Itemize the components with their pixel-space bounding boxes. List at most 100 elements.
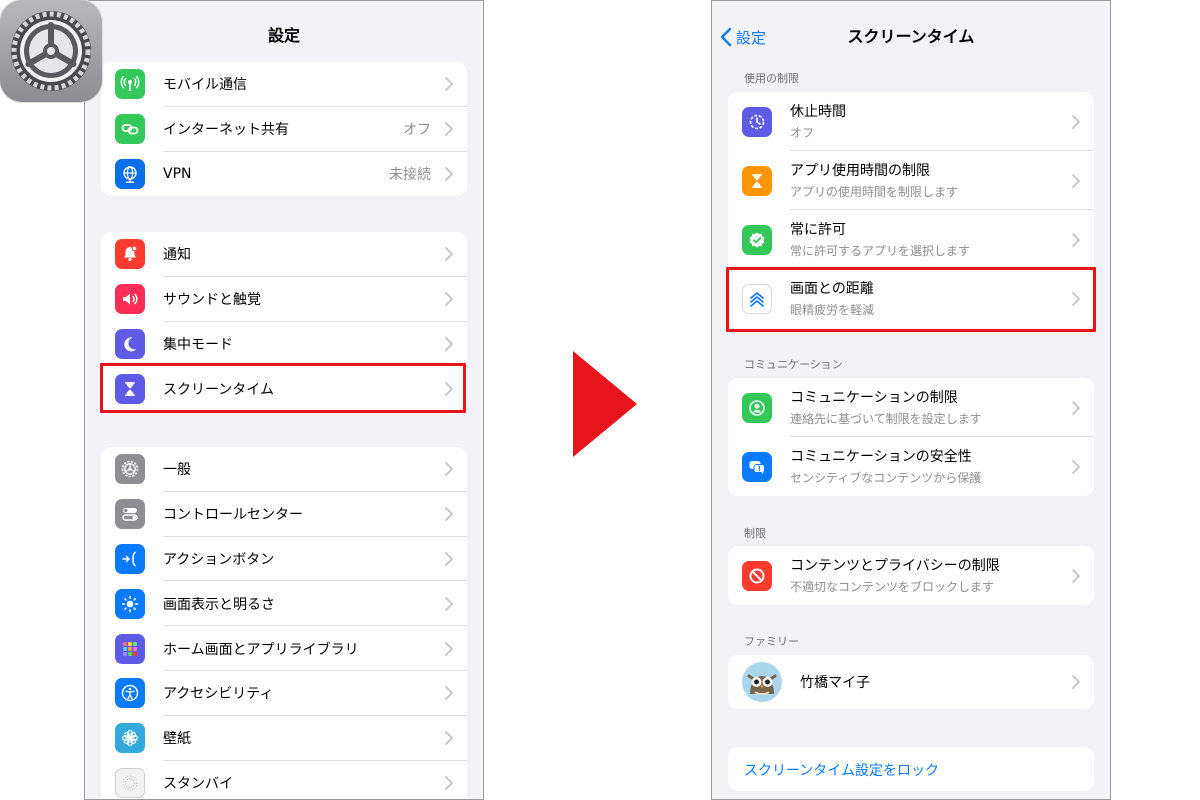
accessibility-icon xyxy=(115,678,145,709)
settings-item-label: アクションボタン xyxy=(163,551,275,568)
settings-item-display-brightness[interactable]: 画面表示と明るさ xyxy=(101,581,467,627)
screen-time-item-content-privacy[interactable]: コンテンツとプライバシーの制限 不適切なコンテンツをブロックします xyxy=(728,546,1094,605)
settings-item-label: インターネット共有 xyxy=(163,122,289,139)
settings-item-standby[interactable]: スタンバイ xyxy=(101,761,467,799)
settings-item-label: サウンドと触覚 xyxy=(163,292,261,309)
moon-icon xyxy=(115,328,145,359)
chevron-right-icon xyxy=(1072,291,1080,306)
item-title: 画面との距離 xyxy=(790,281,874,297)
network-settings-group: モバイル通信 インターネット共有 オフ VPN 未接続 xyxy=(101,62,467,197)
lock-screen-time-settings-button[interactable]: スクリーンタイム設定をロック xyxy=(728,747,1094,791)
row-text: コミュニケーションの安全性 センシティブなコンテンツから保護 xyxy=(790,446,981,486)
screen-time-item-app-limits[interactable]: アプリ使用時間の制限 アプリの使用時間を制限します xyxy=(728,151,1094,210)
screen-time-item-always-allowed[interactable]: 常に許可 常に許可するアプリを選択します xyxy=(728,210,1094,269)
gear-icon xyxy=(115,454,145,485)
settings-item-vpn[interactable]: VPN 未接続 xyxy=(101,152,467,197)
chevron-right-icon xyxy=(1072,232,1080,247)
toggles-icon xyxy=(115,499,145,530)
restrictions-group: コンテンツとプライバシーの制限 不適切なコンテンツをブロックします xyxy=(728,546,1094,605)
chevron-right-icon xyxy=(1072,675,1080,689)
chevron-right-icon xyxy=(445,247,453,262)
standby-icon xyxy=(115,767,145,798)
item-subtitle: 眼精疲労を軽減 xyxy=(790,303,875,317)
settings-item-label: コントロールセンター xyxy=(163,507,303,524)
row-text: コミュニケーションの制限 連絡先に基づいて制限を設定します xyxy=(790,387,982,427)
chevron-right-icon xyxy=(445,507,453,522)
row-text: アプリ使用時間の制限 アプリの使用時間を制限します xyxy=(790,160,958,200)
settings-item-screen-time[interactable]: スクリーンタイム xyxy=(101,366,467,411)
chevron-right-icon xyxy=(445,292,453,307)
settings-item-home-screen[interactable]: ホーム画面とアプリライブラリ xyxy=(101,626,467,671)
settings-app-icon xyxy=(0,0,102,102)
item-title: コミュニケーションの制限 xyxy=(790,390,958,406)
item-title: 休止時間 xyxy=(790,104,846,120)
downtime-icon xyxy=(742,106,772,137)
chevron-right-icon xyxy=(445,122,453,137)
link-icon xyxy=(115,114,145,145)
sun-icon xyxy=(115,588,145,619)
page-title: 設定 xyxy=(267,26,300,45)
item-title: コンテンツとプライバシーの制限 xyxy=(790,558,1000,574)
notifications-settings-group: 通知 サウンドと触覚 集中モード スクリーンタイム xyxy=(101,232,467,412)
checkmark-badge-icon xyxy=(742,224,772,255)
chevron-right-icon xyxy=(1072,173,1080,188)
chevrons-up-icon xyxy=(742,283,772,314)
item-subtitle: センシティブなコンテンツから保護 xyxy=(790,471,982,485)
item-title: アプリ使用時間の制限 xyxy=(790,163,930,179)
bell-icon xyxy=(115,239,145,270)
item-title: 常に許可 xyxy=(790,222,846,238)
chevron-right-icon xyxy=(445,337,453,351)
screen-time-item-downtime[interactable]: 休止時間 オフ xyxy=(728,92,1094,151)
hourglass-icon xyxy=(742,165,772,196)
settings-screen: 設定 モバイル通信 インターネット共有 オフ VPN 未接続 通知 サウンドと触… xyxy=(84,0,484,800)
chevron-right-icon xyxy=(445,381,453,396)
settings-item-personal-hotspot[interactable]: インターネット共有 オフ xyxy=(101,107,467,152)
person-circle-icon xyxy=(742,392,772,423)
section-header-usage-limits: 使用の制限 xyxy=(744,72,799,85)
globe-icon xyxy=(115,158,145,189)
settings-item-action-button[interactable]: アクションボタン xyxy=(101,537,467,582)
page-title: スクリーンタイム xyxy=(847,27,975,46)
screen-time-item-communication-safety[interactable]: コミュニケーションの安全性 センシティブなコンテンツから保護 xyxy=(728,437,1094,496)
screen-time-item-screen-distance[interactable]: 画面との距離 眼精疲労を軽減 xyxy=(728,269,1094,328)
chevron-right-icon xyxy=(445,776,453,790)
chevron-right-icon xyxy=(1072,568,1080,583)
settings-item-sounds[interactable]: サウンドと触覚 xyxy=(101,277,467,322)
settings-item-value: 未接続 xyxy=(389,166,431,183)
chevron-right-icon xyxy=(445,77,453,92)
section-header-family: ファミリー xyxy=(744,635,799,648)
settings-item-label: 通知 xyxy=(163,247,191,264)
app-grid-icon xyxy=(115,633,145,664)
chevron-right-icon xyxy=(445,552,453,566)
navigation-bar: 設定 スクリーンタイム xyxy=(712,1,1110,61)
communication-group: コミュニケーションの制限 連絡先に基づいて制限を設定します コミュニケーションの… xyxy=(728,378,1094,496)
general-settings-group: 一般 コントロールセンター アクションボタン 画面表示と明るさ ホーム画面とアプ… xyxy=(101,447,467,799)
settings-item-label: 画面表示と明るさ xyxy=(163,596,275,613)
item-subtitle: オフ xyxy=(790,126,815,140)
settings-item-accessibility[interactable]: アクセシビリティ xyxy=(101,671,467,716)
row-text: 常に許可 常に許可するアプリを選択します xyxy=(790,219,970,259)
family-member-row[interactable]: 竹橋マイ子 xyxy=(728,655,1094,709)
chevron-right-icon xyxy=(445,731,453,746)
item-subtitle: 連絡先に基づいて制限を設定します xyxy=(790,412,982,426)
chevron-right-icon xyxy=(1072,400,1080,415)
settings-item-notifications[interactable]: 通知 xyxy=(101,232,467,277)
settings-item-control-center[interactable]: コントロールセンター xyxy=(101,492,467,537)
section-header-restrictions: 制限 xyxy=(744,527,766,540)
settings-item-general[interactable]: 一般 xyxy=(101,447,467,492)
settings-item-mobile-data[interactable]: モバイル通信 xyxy=(101,62,467,107)
settings-item-wallpaper[interactable]: 壁紙 xyxy=(101,716,467,761)
screen-time-screen: 設定 スクリーンタイム 使用の制限 休止時間 オフ アプリ使用時間の制限 アプリ… xyxy=(711,0,1111,800)
chevron-right-icon xyxy=(1072,459,1080,474)
screen-time-item-communication-limits[interactable]: コミュニケーションの制限 連絡先に基づいて制限を設定します xyxy=(728,378,1094,437)
chevron-right-icon xyxy=(445,596,453,611)
settings-item-label: 壁紙 xyxy=(163,731,191,748)
lock-screen-time-settings-label: スクリーンタイム設定をロック xyxy=(744,763,940,779)
row-text: 画面との距離 眼精疲労を軽減 xyxy=(790,278,874,318)
settings-item-focus[interactable]: 集中モード xyxy=(101,322,467,367)
settings-item-label: ホーム画面とアプリライブラリ xyxy=(163,641,359,658)
chevron-right-icon xyxy=(445,462,453,477)
prohibited-icon xyxy=(742,560,772,591)
owl-avatar-icon xyxy=(742,662,782,702)
usage-limits-group: 休止時間 オフ アプリ使用時間の制限 アプリの使用時間を制限します 常に許可 常… xyxy=(728,92,1094,328)
